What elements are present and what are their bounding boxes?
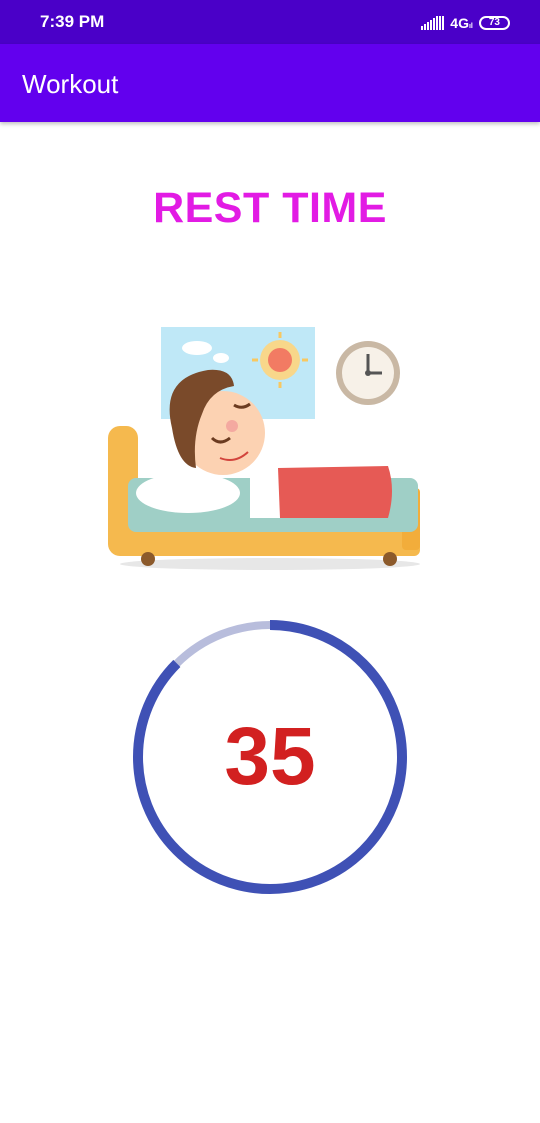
app-title: Workout [22,69,119,99]
rest-time-title: REST TIME [153,184,387,232]
cloud-icon [182,341,212,355]
battery-level: 73 [488,17,500,28]
status-bar: 7:39 PM 4Gıl 73 [0,0,540,44]
battery-icon: 73 [478,16,510,30]
status-time: 7:39 PM [40,12,105,31]
rest-timer: 35 [130,617,410,897]
clock-icon [336,341,400,405]
sleeping-child-illustration [108,327,420,570]
timer-value: 35 [224,711,316,802]
app-bar: Workout [0,44,540,122]
status-indicators: 4Gıl 73 [421,12,510,34]
signal-icon [421,16,445,30]
network-type: 4Gıl [450,15,473,31]
